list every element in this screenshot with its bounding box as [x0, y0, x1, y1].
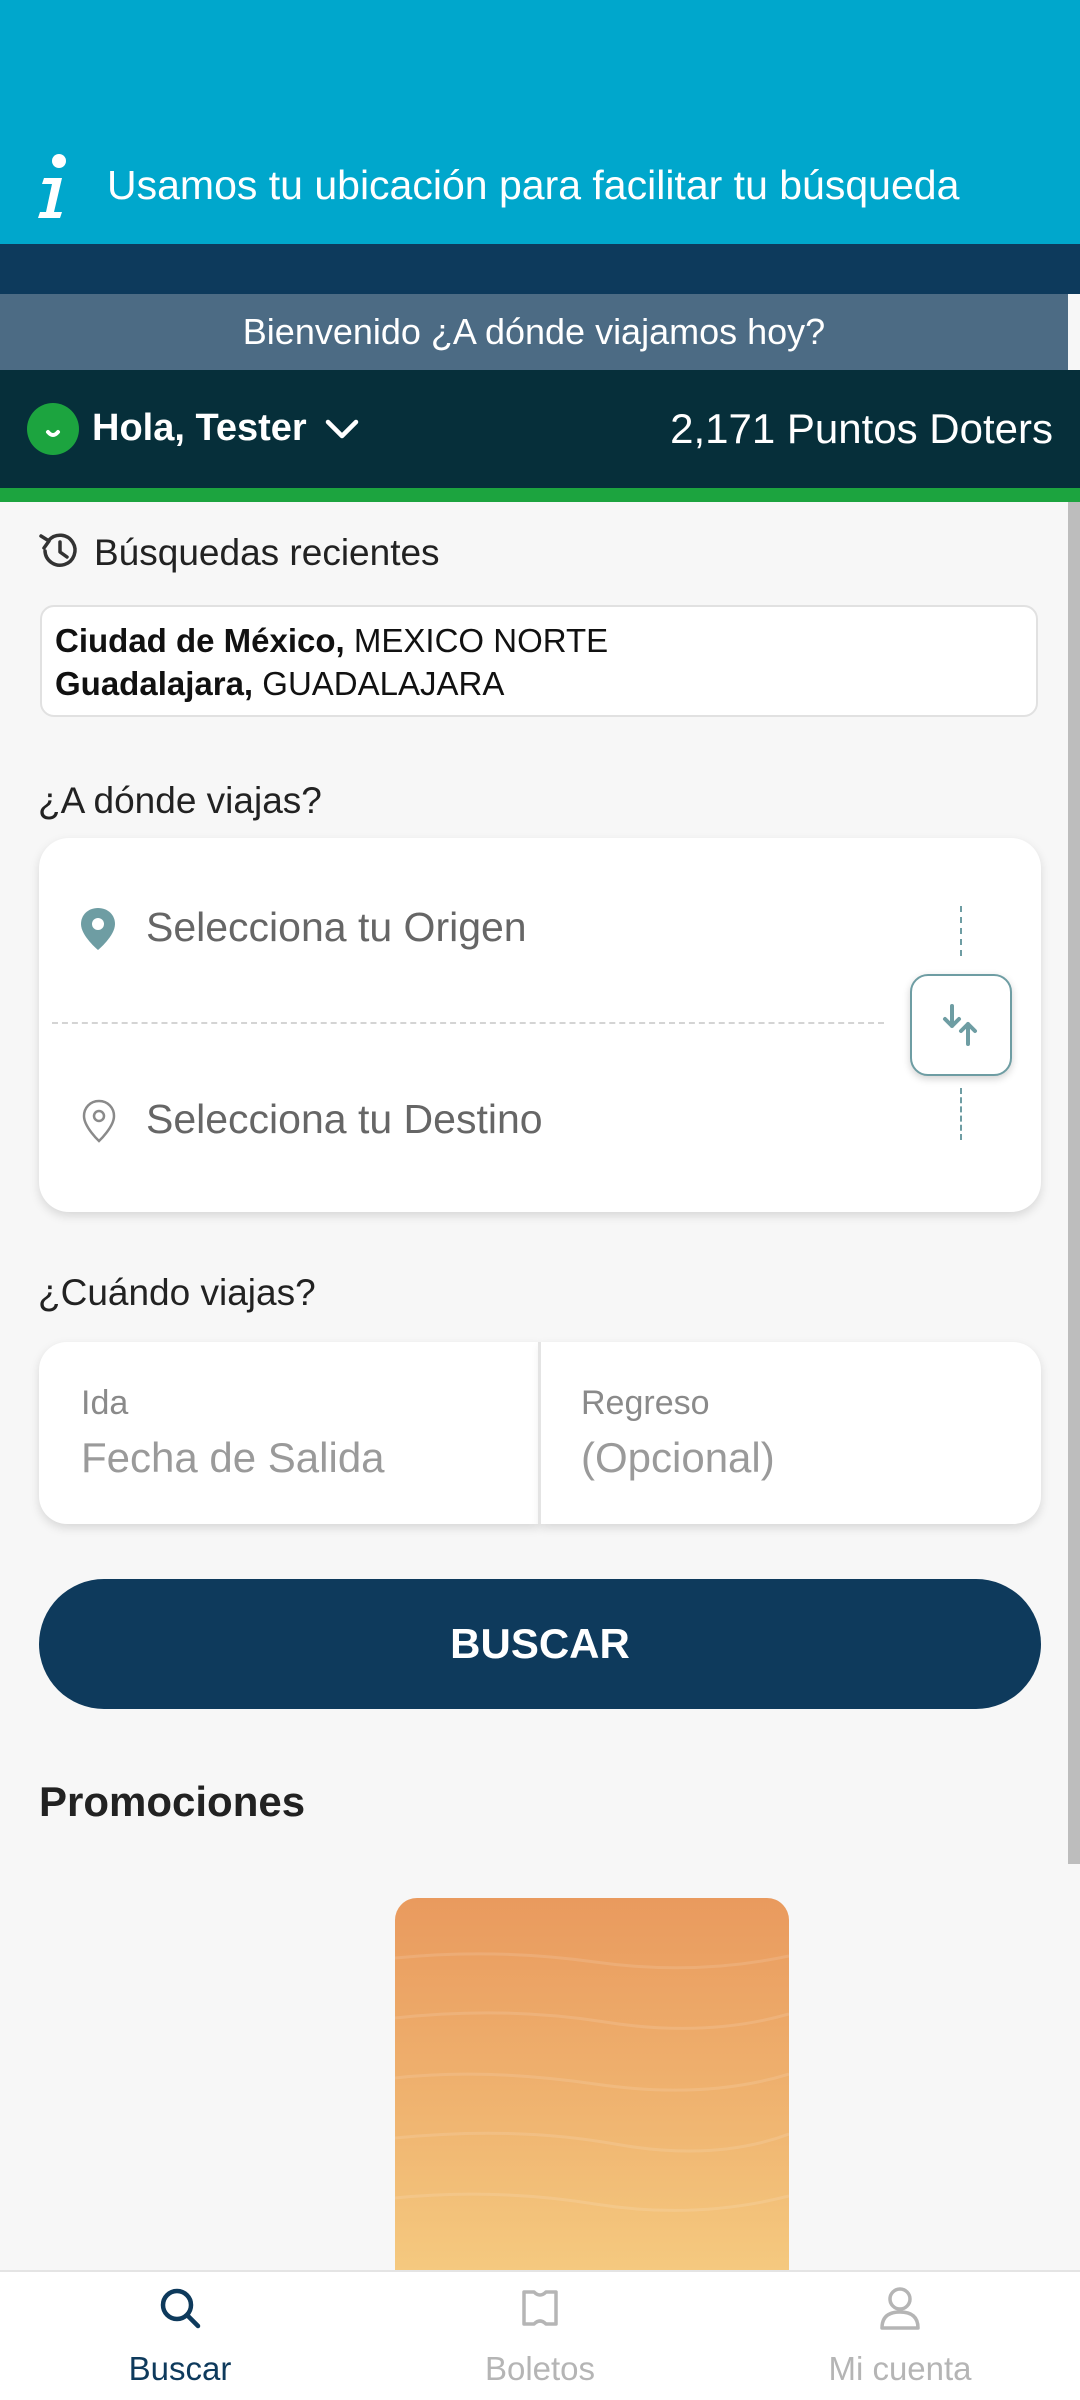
nav-label-mi-cuenta: Mi cuenta	[828, 2350, 972, 2387]
nav-item-boletos[interactable]: Boletos	[360, 2270, 720, 2400]
swap-arrows-icon	[943, 1004, 977, 1046]
accent-divider	[0, 488, 1080, 502]
swap-route-button[interactable]	[910, 974, 1012, 1076]
doters-points: 2,171 Puntos Doters	[670, 405, 1053, 452]
chevron-down-icon[interactable]	[320, 410, 364, 450]
user-status-avatar[interactable]	[27, 403, 79, 455]
info-icon	[38, 154, 66, 218]
recent-route-origin: Ciudad de México, MEXICO NORTE	[55, 622, 609, 659]
nav-item-buscar[interactable]: Buscar	[0, 2270, 360, 2400]
promotion-card[interactable]	[395, 1898, 789, 2270]
departure-placeholder: Fecha de Salida	[81, 1434, 385, 1481]
route-question: ¿A dónde viajas?	[38, 780, 322, 821]
return-date-field[interactable]: Regreso (Opcional)	[541, 1342, 1041, 1524]
origin-pin-icon	[81, 908, 115, 950]
recent-route-destination: Guadalajara, GUADALAJARA	[55, 665, 505, 702]
user-greeting[interactable]: Hola, Tester	[92, 407, 307, 450]
destination-field[interactable]: Selecciona tu Destino	[146, 1096, 543, 1143]
destination-pin-icon	[82, 1099, 116, 1143]
date-separator	[538, 1342, 541, 1524]
history-icon	[39, 533, 77, 567]
scrollbar[interactable]	[1068, 502, 1080, 1864]
smile-icon	[46, 430, 60, 437]
departure-date-field[interactable]: Ida Fecha de Salida	[39, 1342, 539, 1524]
nav-label-boletos: Boletos	[484, 2350, 596, 2387]
departure-label: Ida	[81, 1384, 129, 1422]
route-card	[39, 838, 1041, 1212]
swap-connector-top	[960, 906, 962, 956]
ticket-icon	[522, 2290, 558, 2326]
nav-label-buscar: Buscar	[128, 2350, 232, 2387]
user-icon	[880, 2287, 920, 2330]
swap-connector-bottom	[960, 1088, 962, 1140]
welcome-banner: Bienvenido ¿A dónde viajamos hoy?	[0, 294, 1068, 370]
recent-searches-title: Búsquedas recientes	[94, 532, 440, 573]
search-button[interactable]: BUSCAR	[39, 1579, 1041, 1709]
date-question: ¿Cuándo viajas?	[38, 1272, 316, 1313]
promotions-title: Promociones	[39, 1778, 306, 1825]
promotion-texture	[395, 1952, 789, 2212]
search-icon	[160, 2288, 201, 2329]
route-divider	[52, 1022, 884, 1024]
header-strip	[0, 244, 1080, 294]
return-label: Regreso	[581, 1384, 710, 1422]
return-placeholder: (Opcional)	[581, 1434, 775, 1481]
origin-field[interactable]: Selecciona tu Origen	[146, 904, 527, 951]
nav-item-mi-cuenta[interactable]: Mi cuenta	[720, 2270, 1080, 2400]
location-info-text: Usamos tu ubicación para facilitar tu bú…	[107, 162, 960, 208]
